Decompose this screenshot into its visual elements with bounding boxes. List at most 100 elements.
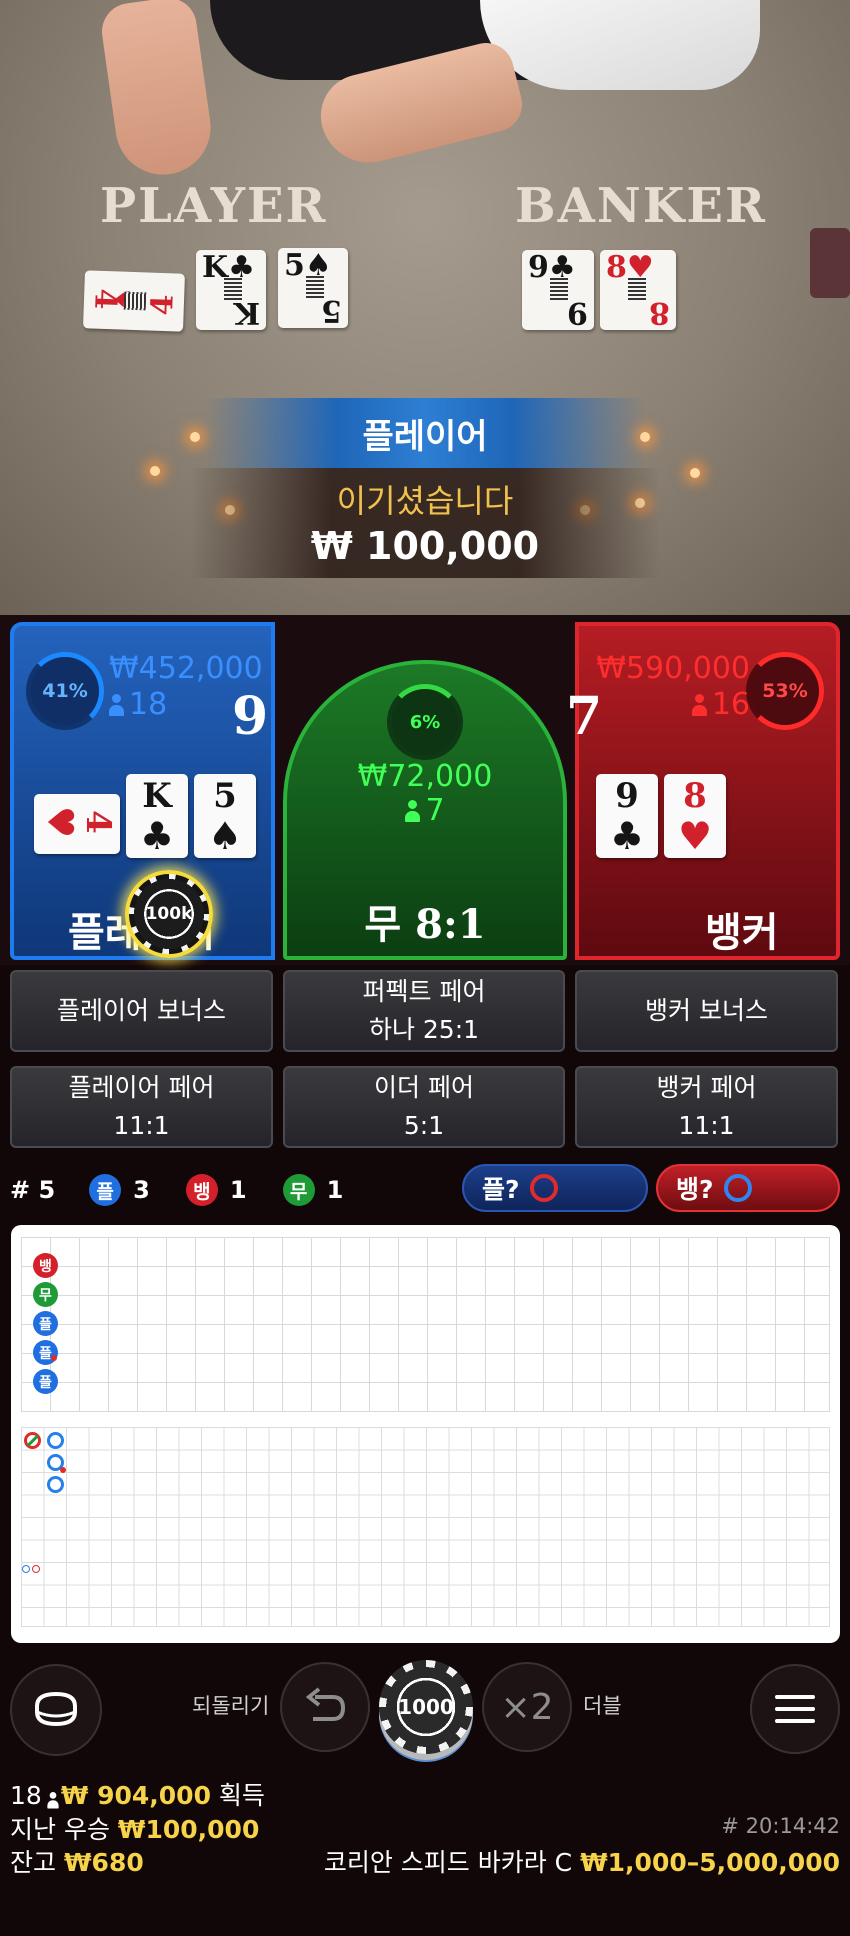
banker-bonus-label: 뱅커 보너스: [645, 996, 768, 1025]
banker-bettor-count: 16: [691, 688, 750, 722]
bead-tie: 무: [33, 1282, 58, 1307]
bead-player: 플: [33, 1311, 58, 1336]
banker-hand-card-2: 8 ♥: [664, 774, 726, 858]
round-number: # 5: [10, 1176, 56, 1204]
last-win-label: 지난 우승: [10, 1815, 110, 1844]
tie-bet-spot[interactable]: 6% ₩72,000 7 무 8:1: [283, 660, 567, 960]
bead-road-grid: 뱅 무 플 플 플: [21, 1237, 830, 1412]
win-message: 이기셨습니다: [336, 482, 514, 520]
table-name: 코리안 스피드 바카라 C: [323, 1848, 573, 1877]
table-limits: ₩1,000–5,000,000: [580, 1848, 840, 1877]
person-icon: [405, 800, 421, 822]
last-win-amount: ₩100,000: [117, 1815, 260, 1844]
winners-suffix: 획득: [218, 1781, 265, 1810]
banker-stake-total: ₩590,000: [596, 651, 750, 686]
either-pair-label: 이더 페어: [374, 1073, 474, 1102]
sparkle-decoration: [190, 432, 200, 442]
menu-icon: [775, 1695, 815, 1723]
dealer-left-hand: [98, 0, 217, 181]
player-hand-card-3: 5 ♠: [194, 774, 256, 858]
undo-label: 되돌리기: [192, 1694, 270, 1718]
derived-road-marker: [32, 1565, 40, 1573]
lobby-button[interactable]: [10, 1664, 102, 1756]
banker-pair-odds: 11:1: [678, 1111, 735, 1140]
player-percent-ring: 41%: [26, 652, 104, 730]
banker-pair-label: 뱅커 페어: [656, 1073, 757, 1102]
tie-spot-label: 무 8:1: [364, 901, 486, 948]
undo-button[interactable]: [280, 1662, 370, 1752]
player-pair-button[interactable]: 플레이어 페어 11:1: [10, 1066, 273, 1148]
perfect-pair-label: 퍼펙트 페어: [362, 977, 486, 1006]
player-stake-total: ₩452,000: [109, 651, 263, 686]
table-player-word: PLAYER: [100, 178, 328, 234]
felt-player-card-1: 4 ♥ 4: [83, 270, 185, 332]
balance: 잔고 ₩680: [10, 1843, 144, 1879]
chip-selector[interactable]: 1000: [379, 1660, 473, 1754]
scoreboard-roads[interactable]: 뱅 무 플 플 플: [11, 1225, 840, 1643]
either-pair-button[interactable]: 이더 페어 5:1: [283, 1066, 565, 1148]
perfect-pair-button[interactable]: 퍼펙트 페어 하나 25:1: [283, 970, 565, 1052]
tie-stat-badge: 무: [282, 1174, 315, 1206]
player-hand-card-1: ♥ 4: [34, 794, 120, 854]
tie-percent-ring: 6%: [387, 684, 463, 760]
tie-win-count: 1: [326, 1176, 344, 1204]
winners-amount: ₩ 904,000: [60, 1781, 211, 1810]
placed-chip: 100k: [125, 870, 213, 958]
banker-percent-ring: 53%: [746, 652, 824, 730]
win-panel: 이기셨습니다 ₩ 100,000: [190, 468, 660, 578]
lobby-icon: [35, 1691, 77, 1727]
felt-banker-card-1: 9♣ 9: [522, 250, 594, 330]
big-road-player-marker: [47, 1476, 64, 1493]
player-score: 9: [232, 686, 269, 747]
derived-road-marker: [22, 1565, 30, 1573]
player-bonus-button[interactable]: 플레이어 보너스: [10, 970, 273, 1052]
pair-marker-dot: [51, 1355, 57, 1361]
ask-banker-label: 뱅?: [676, 1175, 714, 1204]
winners-count: 18: [10, 1781, 42, 1810]
sparkle-decoration: [150, 466, 160, 476]
banker-win-count: 1: [229, 1176, 247, 1204]
banker-stat-badge: 뱅: [185, 1174, 218, 1206]
bead-player: 플: [33, 1340, 58, 1365]
player-win-count: 3: [133, 1176, 150, 1204]
table-banker-word: BANKER: [515, 178, 767, 234]
round-id: # 20:14:42: [721, 1814, 840, 1838]
felt-banker-card-2: 8♥ 8: [600, 250, 676, 330]
person-icon: [47, 1792, 59, 1809]
player-pair-odds: 11:1: [113, 1111, 170, 1140]
live-video-feed: PLAYER BANKER 4 ♥ 4 K♣ K 5♠ 5 9♣ 9 8♥ 8 …: [0, 0, 850, 615]
ask-player-button[interactable]: 플?: [462, 1164, 648, 1212]
player-bettor-count: 18: [109, 688, 167, 722]
ask-player-label: 플?: [482, 1175, 520, 1204]
player-bonus-label: 플레이어 보너스: [57, 996, 226, 1025]
banker-spot-label: 뱅커: [705, 910, 779, 956]
balance-label: 잔고: [10, 1848, 57, 1877]
person-icon: [109, 694, 124, 716]
double-button[interactable]: ×2: [482, 1662, 572, 1752]
tie-bettor-count: 7: [287, 794, 563, 828]
undo-icon: [305, 1687, 346, 1721]
blue-ring-icon: [723, 1174, 752, 1202]
red-ring-icon: [529, 1174, 558, 1202]
last-win: 지난 우승 ₩100,000: [10, 1810, 259, 1846]
banker-score: 7: [566, 686, 603, 747]
double-label: 더블: [583, 1694, 622, 1718]
felt-player-card-2: K♣ K: [196, 250, 266, 330]
ask-banker-button[interactable]: 뱅?: [656, 1164, 840, 1212]
win-amount: ₩ 100,000: [310, 524, 540, 568]
either-pair-odds: 5:1: [403, 1111, 445, 1140]
round-stats: # 5 플 3 뱅 1 무 1: [10, 1164, 343, 1216]
player-stat-badge: 플: [89, 1174, 122, 1206]
balance-amount: ₩680: [63, 1848, 144, 1877]
player-hand-card-2: K ♣: [126, 774, 188, 858]
banker-pair-button[interactable]: 뱅커 페어 11:1: [575, 1066, 838, 1148]
banker-hand-card-1: 9 ♣: [596, 774, 658, 858]
big-road-grid: [21, 1427, 830, 1627]
tie-stake-total: ₩72,000: [357, 759, 493, 794]
perfect-pair-odds: 하나 25:1: [368, 1015, 480, 1044]
winner-banner: 플레이어: [205, 398, 645, 468]
menu-button[interactable]: [750, 1664, 840, 1754]
bead-player: 플: [33, 1369, 58, 1394]
sparkle-decoration: [690, 468, 700, 478]
banker-bonus-button[interactable]: 뱅커 보너스: [575, 970, 838, 1052]
